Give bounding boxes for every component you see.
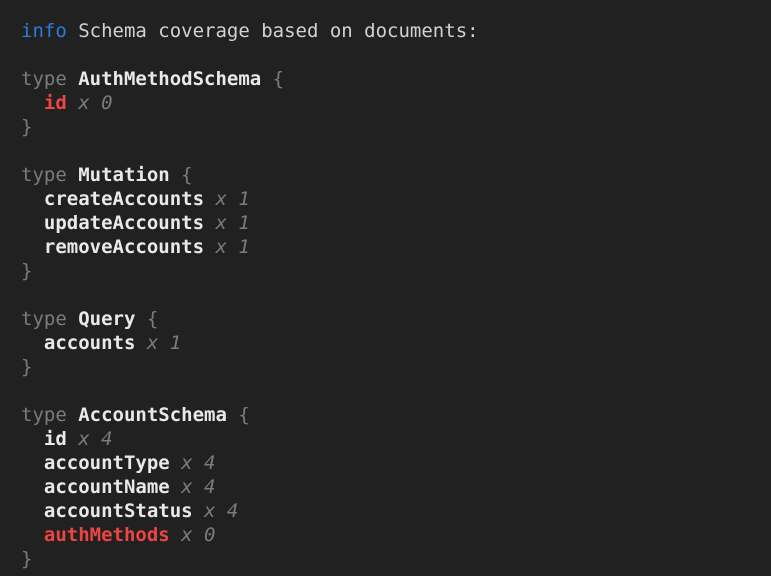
type-keyword: type bbox=[21, 308, 67, 330]
field-line: createAccounts x 1 bbox=[21, 187, 763, 211]
field-name: accountStatus bbox=[44, 500, 193, 522]
field-usage-count: x 0 bbox=[181, 524, 215, 546]
info-line: info Schema coverage based on documents: bbox=[21, 19, 763, 43]
field-usage-count: x 4 bbox=[181, 476, 215, 498]
field-usage-count: x 1 bbox=[215, 188, 249, 210]
field-usage-count: x 4 bbox=[78, 428, 112, 450]
close-brace-line: } bbox=[21, 115, 763, 139]
field-usage-count: x 1 bbox=[215, 212, 249, 234]
field-line: accounts x 1 bbox=[21, 331, 763, 355]
close-brace: } bbox=[21, 116, 32, 138]
field-name: accountName bbox=[44, 476, 170, 498]
field-line: id x 4 bbox=[21, 427, 763, 451]
field-name: updateAccounts bbox=[44, 212, 204, 234]
type-block-mutation: type Mutation { createAccounts x 1 updateAc… bbox=[21, 163, 763, 283]
field-line: authMethods x 0 bbox=[21, 523, 763, 547]
field-line: accountName x 4 bbox=[21, 475, 763, 499]
field-usage-count: x 1 bbox=[147, 332, 181, 354]
terminal-output: infoSchema coverage based on documents: … bbox=[0, 0, 771, 571]
field-name: createAccounts bbox=[44, 188, 204, 210]
field-usage-count: x 4 bbox=[181, 452, 215, 474]
type-header-line: type AccountSchema { bbox=[21, 403, 763, 427]
field-name: id bbox=[44, 428, 67, 450]
type-name: AccountSchema bbox=[78, 404, 227, 426]
field-line: updateAccounts x 1 bbox=[21, 211, 763, 235]
field-usage-count: x 1 bbox=[215, 236, 249, 258]
field-name: id bbox=[44, 92, 67, 114]
info-label: info bbox=[21, 20, 67, 42]
field-usage-count: x 4 bbox=[204, 500, 238, 522]
field-name: accountType bbox=[44, 452, 170, 474]
type-keyword: type bbox=[21, 68, 67, 90]
open-brace: { bbox=[181, 164, 192, 186]
type-keyword: type bbox=[21, 164, 67, 186]
open-brace: { bbox=[238, 404, 249, 426]
type-keyword: type bbox=[21, 404, 67, 426]
type-name: Mutation bbox=[78, 164, 170, 186]
type-block-authmethodschema: type AuthMethodSchema { id x 0 } bbox=[21, 67, 763, 139]
close-brace: } bbox=[21, 260, 32, 282]
type-block-query: type Query { accounts x 1 } bbox=[21, 307, 763, 379]
close-brace: } bbox=[21, 548, 32, 570]
header-message: Schema coverage based on documents: bbox=[78, 20, 478, 42]
field-line: accountType x 4 bbox=[21, 451, 763, 475]
close-brace: } bbox=[21, 356, 32, 378]
type-name: Query bbox=[78, 308, 135, 330]
close-brace-line: } bbox=[21, 547, 763, 571]
field-name: accounts bbox=[44, 332, 136, 354]
type-header-line: type AuthMethodSchema { bbox=[21, 67, 763, 91]
field-line: id x 0 bbox=[21, 91, 763, 115]
field-name: authMethods bbox=[44, 524, 170, 546]
type-header-line: type Query { bbox=[21, 307, 763, 331]
open-brace: { bbox=[147, 308, 158, 330]
type-block-accountschema: typeAccountSchema{ idx 4 accountTypex 4 … bbox=[21, 403, 763, 571]
field-line: removeAccounts x 1 bbox=[21, 235, 763, 259]
field-usage-count: x 0 bbox=[78, 92, 112, 114]
close-brace-line: } bbox=[21, 355, 763, 379]
open-brace: { bbox=[273, 68, 284, 90]
type-header-line: type Mutation { bbox=[21, 163, 763, 187]
field-line: accountStatus x 4 bbox=[21, 499, 763, 523]
field-name: removeAccounts bbox=[44, 236, 204, 258]
type-name: AuthMethodSchema bbox=[78, 68, 261, 90]
close-brace-line: } bbox=[21, 259, 763, 283]
